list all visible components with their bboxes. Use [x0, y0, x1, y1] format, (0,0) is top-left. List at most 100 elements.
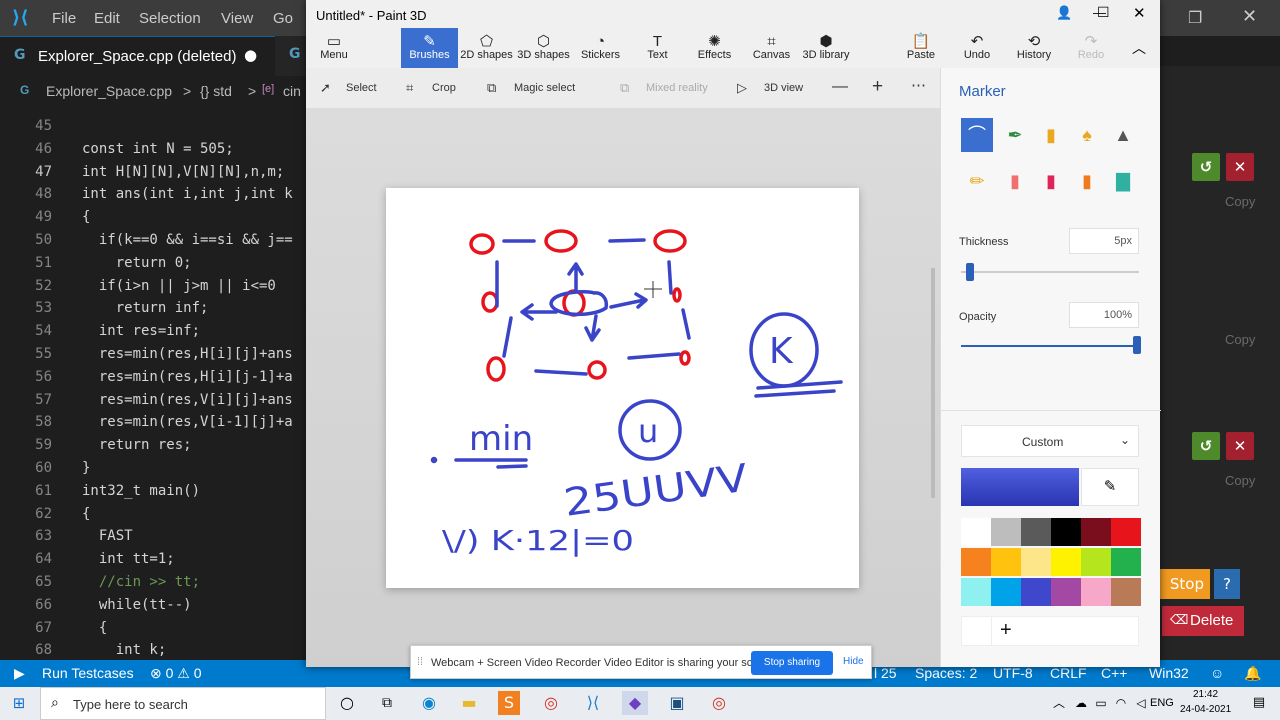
marker-tool-icon[interactable]: ⌒	[961, 118, 993, 152]
ribbon-text[interactable]: T Text	[629, 28, 686, 68]
line-ending[interactable]: CRLF	[1050, 665, 1087, 681]
ribbon-redo[interactable]: ↷ Redo	[1070, 28, 1112, 68]
copy-link[interactable]: Copy	[1225, 332, 1255, 347]
watercolor-icon[interactable]: ♠	[1071, 118, 1103, 152]
maximize-icon[interactable]: ☐	[1097, 4, 1110, 21]
palette-swatch[interactable]	[1051, 548, 1081, 576]
code-line[interactable]: FAST	[82, 525, 306, 548]
clock-date[interactable]: 24-04-2021	[1180, 704, 1231, 715]
rerun-icon[interactable]: ↺	[1192, 432, 1220, 460]
task-view-icon[interactable]: ⧉	[374, 691, 400, 715]
language-indicator[interactable]: ENG	[1150, 697, 1174, 709]
magic-select-tool[interactable]: Magic select	[514, 82, 575, 94]
palette-swatch[interactable]	[1111, 518, 1141, 546]
calligraphy-pen-icon[interactable]: ✒	[999, 118, 1031, 152]
thickness-slider[interactable]	[961, 271, 1139, 273]
palette-swatch[interactable]	[961, 578, 991, 606]
remove-icon[interactable]: ✕	[1226, 432, 1254, 460]
palette-swatch[interactable]	[1081, 518, 1111, 546]
more-icon[interactable]: ⋯	[911, 76, 926, 94]
profile-icon[interactable]: 👤	[1056, 5, 1072, 21]
code-line[interactable]: return inf;	[82, 297, 306, 320]
code-line[interactable]: while(tt--)	[82, 594, 306, 617]
ribbon-menu[interactable]: ▭ Menu	[306, 28, 362, 68]
code-line[interactable]: }	[82, 457, 306, 480]
code-line[interactable]: res=min(res,H[i][j-1]+a	[82, 366, 306, 389]
code-line[interactable]: int ans(int i,int j,int k	[82, 183, 306, 206]
code-line[interactable]: if(i>n || j>m || i<=0	[82, 275, 306, 298]
code-line[interactable]: int res=inf;	[82, 320, 306, 343]
palette-swatch[interactable]	[1111, 578, 1141, 606]
code-line[interactable]: int k;	[82, 639, 306, 660]
menu-file[interactable]: File	[52, 10, 76, 27]
ribbon-history[interactable]: ⟲ History	[1012, 28, 1056, 68]
code-line[interactable]: {	[82, 617, 306, 640]
3d-view-tool[interactable]: 3D view	[764, 82, 803, 94]
edge-icon[interactable]: ◉	[416, 691, 442, 715]
scrollbar[interactable]	[931, 268, 935, 498]
code-editor[interactable]: 45 46 const int N = 505; 47 int H[N][N],V[N]…	[0, 104, 306, 660]
breadcrumb-item[interactable]: cin	[283, 83, 301, 99]
hide-button[interactable]: Hide	[843, 656, 864, 667]
code-line[interactable]	[82, 115, 306, 138]
color-mode-dropdown[interactable]: Custom ⌄	[961, 425, 1139, 457]
palette-swatch[interactable]	[1111, 548, 1141, 576]
current-color-swatch[interactable]	[961, 468, 1079, 506]
ribbon-canvas[interactable]: ⌗ Canvas	[743, 28, 800, 68]
workspace[interactable]: K u min 25UUVV \/) K·12|=0	[306, 108, 940, 667]
palette-swatch[interactable]	[1051, 578, 1081, 606]
chrome-icon[interactable]: ◎	[706, 691, 732, 715]
cursor-position[interactable]: l 25	[874, 665, 897, 681]
remove-icon[interactable]: ✕	[1226, 153, 1254, 181]
opacity-slider[interactable]	[961, 345, 1139, 347]
code-line[interactable]: int tt=1;	[82, 548, 306, 571]
code-line[interactable]: {	[82, 503, 306, 526]
breadcrumb-file[interactable]: Explorer_Space.cpp	[46, 83, 172, 99]
opacity-input[interactable]: 100%	[1069, 302, 1139, 328]
code-line[interactable]: //cin >> tt;	[82, 571, 306, 594]
encoding[interactable]: UTF-8	[993, 665, 1033, 681]
photos-icon[interactable]: ▣	[664, 691, 690, 715]
add-color-button[interactable]: +	[1000, 619, 1012, 642]
stop-sharing-button[interactable]: Stop sharing	[751, 651, 833, 675]
ribbon-brushes[interactable]: ✎ Brushes	[401, 28, 458, 68]
run-icon[interactable]: ▶	[14, 665, 25, 682]
file-explorer-icon[interactable]: ▬	[456, 691, 482, 715]
unsaved-dot-icon[interactable]: ●	[244, 46, 257, 64]
search-box[interactable]: ⌕ Type here to search	[40, 687, 326, 720]
vscode-taskbar-icon[interactable]: ⟩⟨	[580, 691, 606, 715]
ribbon-effects[interactable]: ✺ Effects	[686, 28, 743, 68]
chrome-icon[interactable]: ◎	[538, 691, 564, 715]
help-button[interactable]: ?	[1214, 569, 1240, 599]
palette-swatch[interactable]	[1021, 518, 1051, 546]
problems-indicator[interactable]: ⊗ 0 ⚠ 0	[150, 665, 202, 682]
code-line[interactable]: res=min(res,V[i][j]+ans	[82, 389, 306, 412]
custom-color-slot[interactable]	[962, 617, 992, 645]
close-window-icon[interactable]: ✕	[1242, 6, 1257, 27]
breadcrumb-namespace[interactable]: {} std	[200, 83, 232, 99]
menu-edit[interactable]: Edit	[94, 10, 120, 27]
pixel-pen-icon[interactable]: ▲	[1107, 118, 1139, 152]
drawing-canvas[interactable]: K u min 25UUVV \/) K·12|=0	[386, 188, 859, 588]
palette-swatch[interactable]	[1021, 578, 1051, 606]
opacity-thumb[interactable]	[1133, 336, 1141, 354]
sublime-icon[interactable]: S	[498, 691, 520, 715]
editor-tab-active[interactable]: G Explorer_Space.cpp (deleted) ●	[0, 36, 275, 76]
code-line[interactable]: return 0;	[82, 252, 306, 275]
collapse-ribbon-icon[interactable]: ︿	[1132, 38, 1146, 58]
code-line[interactable]: return res;	[82, 434, 306, 457]
palette-swatch[interactable]	[1021, 548, 1051, 576]
menu-selection[interactable]: Selection	[139, 10, 201, 27]
code-line[interactable]: int32_t main()	[82, 480, 306, 503]
close-icon[interactable]: ✕	[1133, 4, 1146, 22]
menu-go[interactable]: Go	[273, 10, 293, 27]
zoom-out-icon[interactable]: —	[832, 78, 848, 96]
thickness-thumb[interactable]	[966, 263, 974, 281]
select-tool[interactable]: Select	[346, 82, 377, 94]
indentation[interactable]: Spaces: 2	[915, 665, 977, 681]
language-mode[interactable]: C++	[1101, 665, 1127, 681]
notifications-icon[interactable]: 🔔	[1244, 665, 1261, 682]
paint3d-taskbar-icon[interactable]: ◆	[622, 691, 648, 715]
rerun-icon[interactable]: ↺	[1192, 153, 1220, 181]
palette-swatch[interactable]	[1081, 578, 1111, 606]
